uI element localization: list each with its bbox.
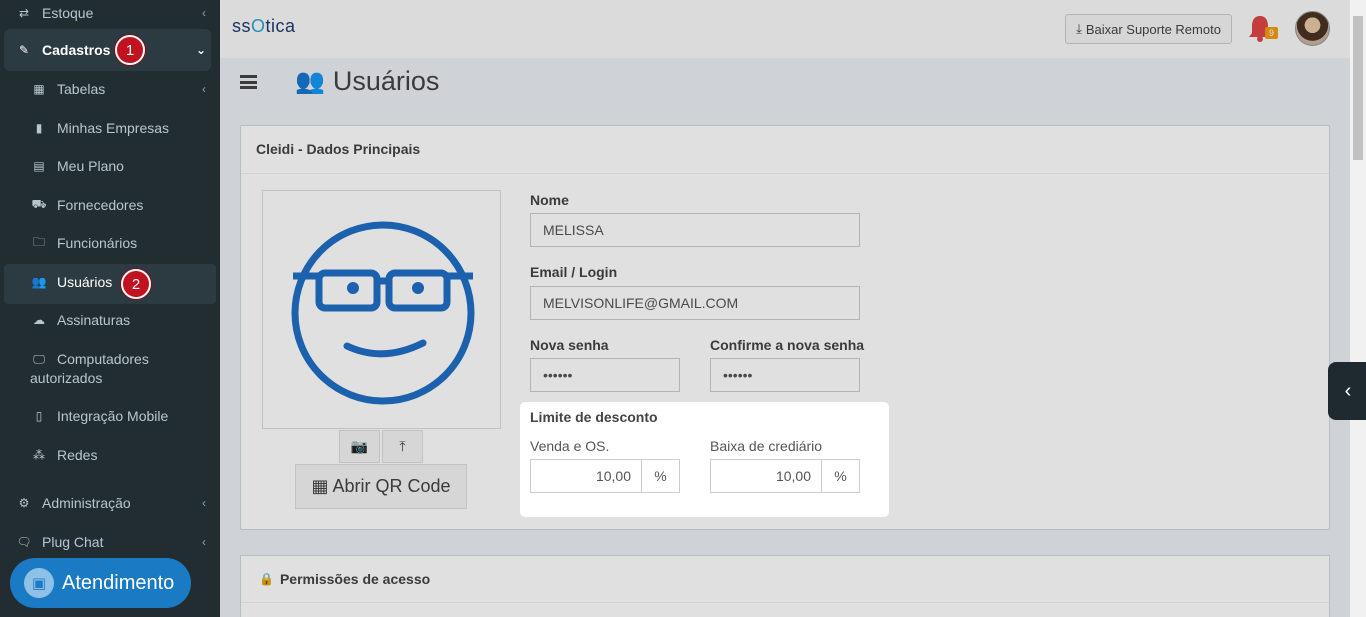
discount-limit-panel: Limite de desconto Venda e OS. Baixa de … <box>520 402 889 517</box>
sidebar-item-meu-plano[interactable]: ▤ Meu Plano <box>0 156 220 176</box>
page-title: 👥 Usuários <box>295 66 440 96</box>
upload-button[interactable]: ⤒ <box>382 430 423 463</box>
chevron-left-icon: ‹ <box>202 82 206 96</box>
cubes-icon: ⁂ <box>33 448 45 462</box>
mobile-icon: ▯ <box>35 409 43 423</box>
building-icon: ▮ <box>35 121 43 135</box>
percent-addon: % <box>822 459 860 493</box>
venda-os-input[interactable]: 10,00 <box>530 459 642 493</box>
step-badge-1: 1 <box>115 35 145 65</box>
chevron-left-icon: ‹ <box>1344 379 1352 402</box>
desktop-icon: 🖵 <box>33 351 45 366</box>
folder-icon: 🗀 <box>32 234 45 249</box>
user-photo <box>262 190 501 429</box>
step-badge-2: 2 <box>121 269 151 299</box>
chat-icon: 🗨 <box>16 535 32 549</box>
nome-label: Nome <box>530 192 569 208</box>
permissions-box: 🔒 Permissões de acesso <box>240 555 1330 617</box>
cloud-icon: ☁ <box>33 313 45 327</box>
percent-addon: % <box>642 459 680 493</box>
download-remote-support-button[interactable]: ⤓ Baixar Suporte Remoto <box>1065 14 1232 44</box>
cogs-icon: ⚙ <box>18 496 30 510</box>
sidebar-item-plug-chat[interactable]: 🗨 Plug Chat ‹ <box>0 532 220 552</box>
sidebar-item-computadores-line2: autorizados <box>30 370 103 386</box>
collapse-panel-button[interactable]: ‹ <box>1328 362 1366 420</box>
baixa-crediario-group: 10,00 % <box>710 459 860 493</box>
permissions-title: 🔒 Permissões de acesso <box>241 556 1329 603</box>
sidebar-item-assinaturas[interactable]: ☁ Assinaturas <box>0 310 220 330</box>
smiley-glasses-icon <box>291 221 475 405</box>
sidebar-item-integracao-mobile[interactable]: ▯ Integração Mobile <box>0 406 220 426</box>
users-icon: 👥 <box>295 68 325 95</box>
ssotica-logo: ssOtica <box>232 16 296 36</box>
email-input[interactable]: MELVISONLIFE@GMAIL.COM <box>530 286 860 320</box>
sidebar-item-minhas-empresas[interactable]: ▮ Minhas Empresas <box>0 118 220 138</box>
table-icon: ▦ <box>33 82 45 96</box>
top-navbar: ssOtica ⤓ Baixar Suporte Remoto 9 <box>220 0 1350 58</box>
venda-os-group: 10,00 % <box>530 459 680 493</box>
file-icon: ▤ <box>33 159 45 173</box>
baixa-crediario-input[interactable]: 10,00 <box>710 459 822 493</box>
sidebar-item-estoque[interactable]: ⇄ Estoque ‹ <box>0 3 220 23</box>
email-label: Email / Login <box>530 264 618 280</box>
box-title: Cleidi - Dados Principais <box>241 126 1329 174</box>
notification-count-badge: 9 <box>1265 27 1279 39</box>
sidebar: ⇄ Estoque ‹ ✎ Cadastros ⌄ 1 ▦ Tabelas ‹ … <box>0 0 220 617</box>
truck-icon: ⛟ <box>31 197 47 211</box>
sidebar-item-administracao[interactable]: ⚙ Administração ‹ <box>0 493 220 513</box>
confirme-senha-input[interactable]: •••••• <box>710 358 860 392</box>
nova-senha-input[interactable]: •••••• <box>530 358 680 392</box>
camera-icon: 📷 <box>350 438 369 454</box>
exchange-icon: ⇄ <box>18 6 30 20</box>
sidebar-item-funcionarios[interactable]: 🗀 Funcionários <box>0 233 220 253</box>
camera-button[interactable]: 📷 <box>339 430 380 463</box>
edit-icon: ✎ <box>18 43 30 57</box>
nome-input[interactable]: MELISSA <box>530 213 860 247</box>
upload-icon: ⤒ <box>399 438 406 454</box>
chevron-left-icon: ‹ <box>202 6 206 20</box>
lock-icon: 🔒 <box>259 572 274 586</box>
chevron-left-icon: ‹ <box>202 496 206 510</box>
confirme-senha-label: Confirme a nova senha <box>710 337 865 353</box>
scrollbar-thumb[interactable] <box>1353 16 1363 160</box>
users-icon: 👥 <box>31 275 47 289</box>
menu-toggle-icon[interactable] <box>240 75 257 89</box>
book-icon: ▣ <box>24 568 54 598</box>
qrcode-icon: ▦ <box>311 476 329 496</box>
sidebar-item-cadastros[interactable]: ✎ Cadastros ⌄ <box>0 38 220 62</box>
sidebar-item-redes[interactable]: ⁂ Redes <box>0 445 220 465</box>
content-header: 👥 Usuários <box>220 58 1350 106</box>
open-qr-code-button[interactable]: ▦ Abrir QR Code <box>295 464 467 509</box>
chevron-left-icon: ‹ <box>202 535 206 549</box>
nova-senha-label: Nova senha <box>530 337 609 353</box>
chevron-down-icon: ⌄ <box>195 43 206 57</box>
sidebar-item-tabelas[interactable]: ▦ Tabelas ‹ <box>0 79 220 99</box>
discount-limit-title: Limite de desconto <box>530 409 658 425</box>
user-avatar[interactable] <box>1295 11 1330 46</box>
baixa-crediario-label: Baixa de crediário <box>710 438 823 454</box>
download-icon: ⤓ <box>1076 21 1082 36</box>
sidebar-item-usuarios[interactable]: 👥 Usuários <box>0 272 220 292</box>
page-scrollbar[interactable] <box>1350 0 1366 617</box>
sidebar-item-computadores[interactable]: 🖵 Computadores <box>0 349 220 369</box>
atendimento-button[interactable]: ▣ Atendimento <box>10 558 191 608</box>
sidebar-item-fornecedores[interactable]: ⛟ Fornecedores <box>0 195 220 215</box>
venda-os-label: Venda e OS. <box>530 438 610 454</box>
